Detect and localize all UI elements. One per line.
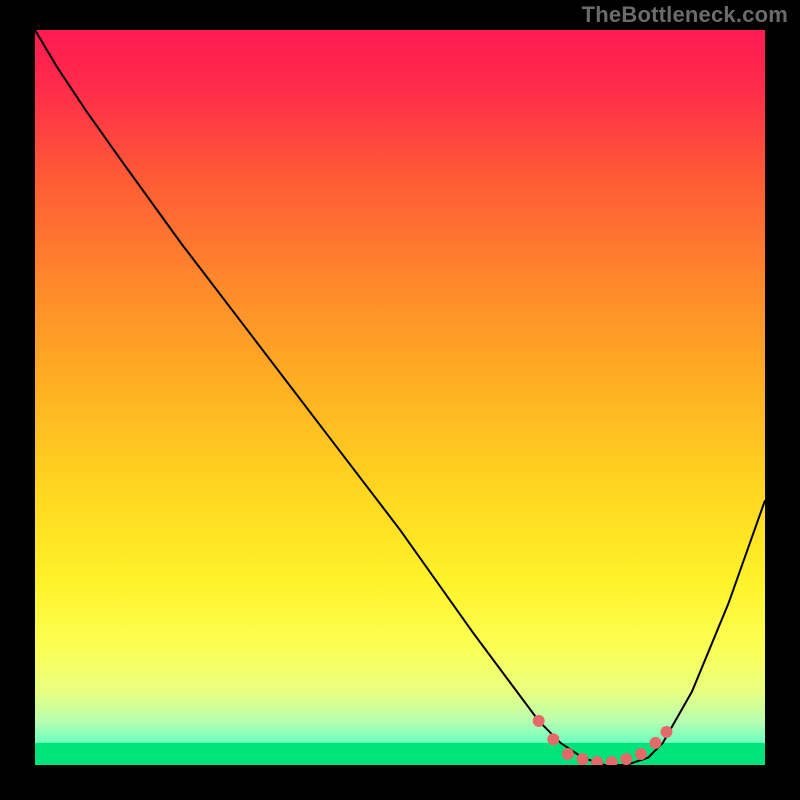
optimal-marker xyxy=(577,753,589,765)
chart-plot-area xyxy=(35,30,765,765)
optimal-marker xyxy=(533,715,545,727)
optimal-marker xyxy=(635,748,647,760)
optimal-marker xyxy=(661,726,673,738)
chart-svg xyxy=(35,30,765,765)
optimal-marker xyxy=(650,737,662,749)
watermark-text: TheBottleneck.com xyxy=(582,2,788,28)
optimal-marker xyxy=(547,733,559,745)
chart-container: TheBottleneck.com xyxy=(0,0,800,800)
optimal-marker xyxy=(562,748,574,760)
optimal-marker xyxy=(620,753,632,765)
gradient-background xyxy=(35,30,765,765)
